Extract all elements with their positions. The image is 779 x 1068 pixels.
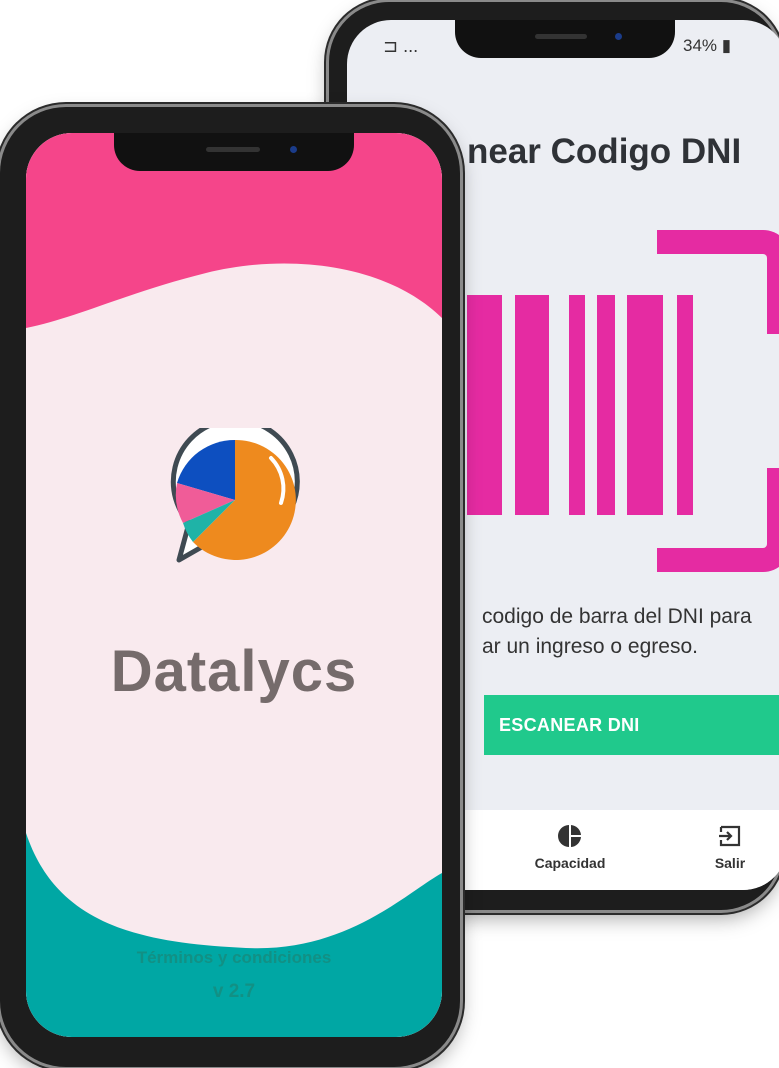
description-line: codigo de barra del DNI para bbox=[482, 605, 752, 628]
exit-icon bbox=[719, 825, 741, 847]
page-title: near Codigo DNI bbox=[467, 132, 742, 171]
front-phone: Datalycs Términos y condiciones v 2.7 bbox=[0, 107, 460, 1067]
barcode-bar bbox=[597, 295, 615, 515]
nav-capacity[interactable]: Capacidad bbox=[525, 824, 615, 871]
scan-bracket-bottom bbox=[657, 468, 779, 572]
back-notch bbox=[455, 20, 675, 58]
nav-exit-label: Salir bbox=[714, 855, 746, 871]
brand-name: Datalycs bbox=[110, 639, 358, 704]
logo-pie-bubble-icon bbox=[170, 428, 300, 563]
splash-screen: Datalycs Términos y condiciones v 2.7 bbox=[26, 133, 442, 1037]
pie-chart-icon bbox=[558, 825, 581, 847]
terms-link[interactable]: Términos y condiciones bbox=[26, 948, 442, 968]
barcode-bar bbox=[569, 295, 585, 515]
front-notch bbox=[114, 133, 354, 171]
status-battery: 34% ▮ bbox=[683, 36, 731, 56]
description-line: ar un ingreso o egreso. bbox=[482, 635, 698, 658]
speaker bbox=[535, 34, 587, 39]
barcode-bar bbox=[467, 295, 502, 515]
nav-capacity-label: Capacidad bbox=[534, 855, 606, 871]
speaker bbox=[206, 147, 260, 152]
battery-percent: 34% bbox=[683, 36, 718, 55]
splash-background bbox=[26, 133, 442, 1037]
status-left: ⊐ ... bbox=[383, 36, 418, 57]
nav-exit[interactable]: Salir bbox=[705, 824, 755, 871]
barcode-bar bbox=[515, 295, 549, 515]
front-camera bbox=[290, 146, 297, 153]
scan-dni-button[interactable]: ESCANEAR DNI bbox=[484, 695, 779, 755]
app-version: v 2.7 bbox=[212, 981, 256, 1002]
scan-bracket-top bbox=[657, 230, 779, 334]
battery-icon: ▮ bbox=[721, 36, 732, 55]
front-camera bbox=[615, 33, 622, 40]
monitor-icon: ⊐ ... bbox=[383, 36, 419, 56]
scan-description: codigo de barra del DNI para ar un ingre… bbox=[482, 602, 752, 662]
